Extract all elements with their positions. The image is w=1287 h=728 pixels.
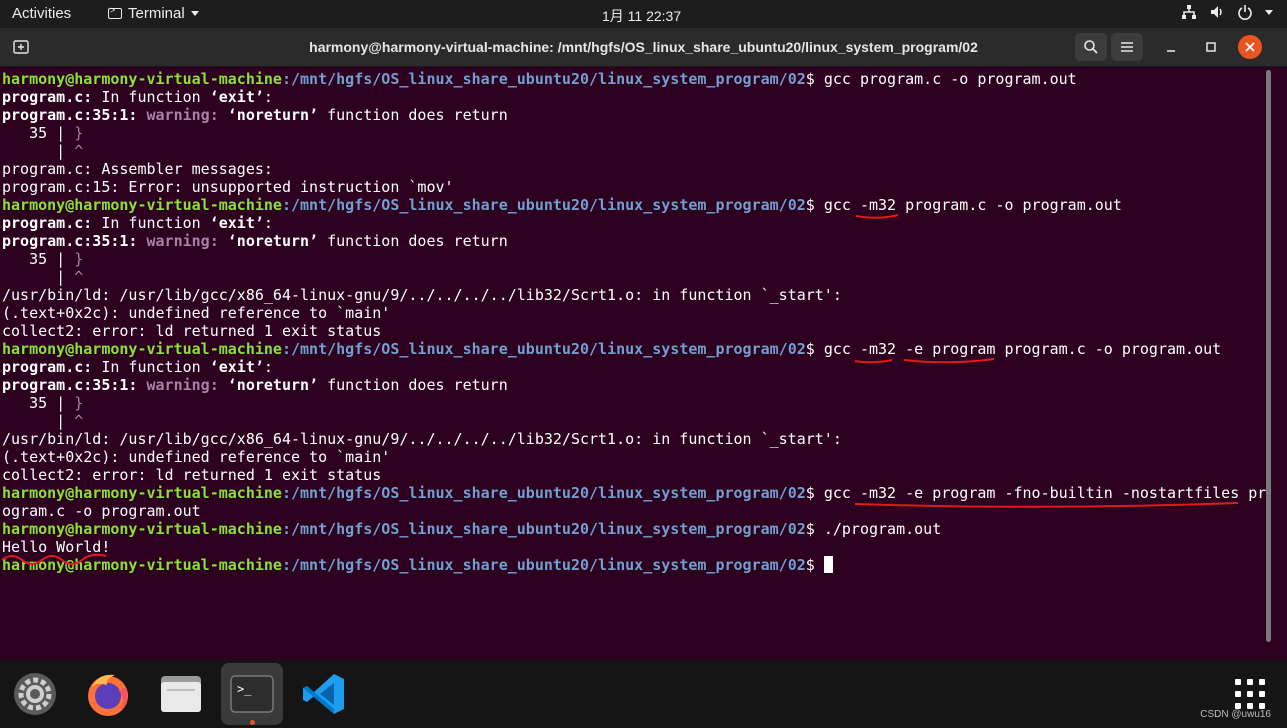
source-line: 35 | } — [2, 394, 84, 412]
app-menu-label: Terminal — [128, 5, 185, 22]
files-icon — [161, 676, 201, 712]
error-line: program.c:15: Error: unsupported instruc… — [2, 178, 454, 196]
close-button[interactable] — [1238, 35, 1262, 59]
caret-line: | ^ — [2, 142, 84, 160]
terminal-icon: >_ — [230, 675, 274, 713]
dock-files[interactable] — [150, 663, 212, 725]
prompt-path: :/mnt/hgfs/OS_linux_share_ubuntu20/linux… — [281, 70, 806, 88]
source-line: 35 | } — [2, 124, 84, 142]
error-line: /usr/bin/ld: /usr/lib/gcc/x86_64-linux-g… — [2, 286, 842, 304]
prompt-sign: $ — [805, 70, 824, 88]
chevron-down-icon — [1265, 9, 1273, 15]
dock-settings[interactable] — [4, 663, 66, 725]
minimize-button[interactable] — [1157, 33, 1185, 61]
error-line: (.text+0x2c): undefined reference to `ma… — [2, 304, 391, 322]
error-line: collect2: error: ld returned 1 exit stat… — [2, 322, 382, 340]
apps-grid-icon — [1235, 679, 1265, 709]
command-text: ./program.out — [823, 520, 942, 538]
warning-line: program.c:35:1: warning: ‘noreturn’ func… — [2, 232, 508, 250]
clock[interactable]: 1月 11 22:37 — [602, 6, 681, 26]
caret-line: | ^ — [2, 412, 84, 430]
terminal-small-icon — [108, 5, 122, 19]
power-icon[interactable] — [1237, 4, 1253, 20]
dock: >_ CSDN @uwu16 — [0, 660, 1287, 728]
command-text: gcc -m32 -e program -fno-builtin -nostar… — [823, 484, 1267, 502]
prompt-line: harmony@harmony-virtual-machine:/mnt/hgf… — [2, 520, 942, 538]
vscode-icon — [303, 674, 344, 714]
error-line: /usr/bin/ld: /usr/lib/gcc/x86_64-linux-g… — [2, 430, 842, 448]
output-line: program.c: In function ‘exit’: — [2, 88, 273, 106]
command-text: gcc -m32 program.c -o program.out — [823, 196, 1122, 214]
prompt-user-host: harmony@harmony-virtual-machine — [2, 70, 282, 88]
prompt-line: harmony@harmony-virtual-machine:/mnt/hgf… — [2, 484, 1267, 502]
top-bar: Activities Terminal 1月 11 22:37 — [0, 0, 1287, 28]
prompt-line: harmony@harmony-virtual-machine:/mnt/hgf… — [0, 70, 1265, 88]
command-continuation: ogram.c -o program.out — [2, 502, 201, 520]
firefox-icon — [88, 674, 128, 716]
activities-button[interactable]: Activities — [12, 5, 71, 22]
search-button[interactable] — [1075, 33, 1107, 61]
dock-firefox[interactable] — [77, 663, 139, 725]
maximize-button[interactable] — [1197, 33, 1225, 61]
hamburger-menu-button[interactable] — [1111, 33, 1143, 61]
program-output: Hello World! — [2, 538, 111, 556]
volume-icon[interactable] — [1209, 4, 1225, 20]
dock-terminal[interactable]: >_ — [221, 663, 283, 725]
warning-line: program.c:35:1: warning: ‘noreturn’ func… — [2, 106, 508, 124]
output-line: program.c: In function ‘exit’: — [2, 358, 273, 376]
warning-line: program.c:35:1: warning: ‘noreturn’ func… — [2, 376, 508, 394]
output-line: program.c: Assembler messages: — [2, 160, 273, 178]
settings-icon — [14, 673, 56, 715]
dock-vscode[interactable] — [293, 663, 355, 725]
command-text: gcc -m32 -e program program.c -o program… — [823, 340, 1222, 358]
prompt-line: harmony@harmony-virtual-machine:/mnt/hgf… — [2, 196, 1122, 214]
watermark: CSDN @uwu16 — [1200, 709, 1271, 720]
error-line: (.text+0x2c): undefined reference to `ma… — [2, 448, 391, 466]
running-indicator — [250, 720, 255, 725]
system-tray[interactable] — [1181, 4, 1273, 20]
terminal-scrollbar[interactable] — [1266, 70, 1271, 642]
app-menu[interactable]: Terminal — [108, 5, 199, 22]
caret-line: | ^ — [2, 268, 84, 286]
window-titlebar[interactable]: harmony@harmony-virtual-machine: /mnt/hg… — [0, 28, 1287, 67]
command-text: gcc program.c -o program.out — [823, 70, 1077, 88]
text-cursor — [823, 556, 833, 573]
terminal-output[interactable]: harmony@harmony-virtual-machine:/mnt/hgf… — [0, 70, 1267, 648]
network-icon[interactable] — [1181, 4, 1197, 20]
chevron-down-icon — [190, 11, 199, 16]
svg-text:>_: >_ — [237, 682, 252, 696]
output-line: program.c: In function ‘exit’: — [2, 214, 273, 232]
source-line: 35 | } — [2, 250, 84, 268]
current-prompt-line[interactable]: harmony@harmony-virtual-machine:/mnt/hgf… — [0, 556, 1265, 574]
prompt-line: harmony@harmony-virtual-machine:/mnt/hgf… — [2, 340, 1222, 358]
error-line: collect2: error: ld returned 1 exit stat… — [2, 466, 382, 484]
